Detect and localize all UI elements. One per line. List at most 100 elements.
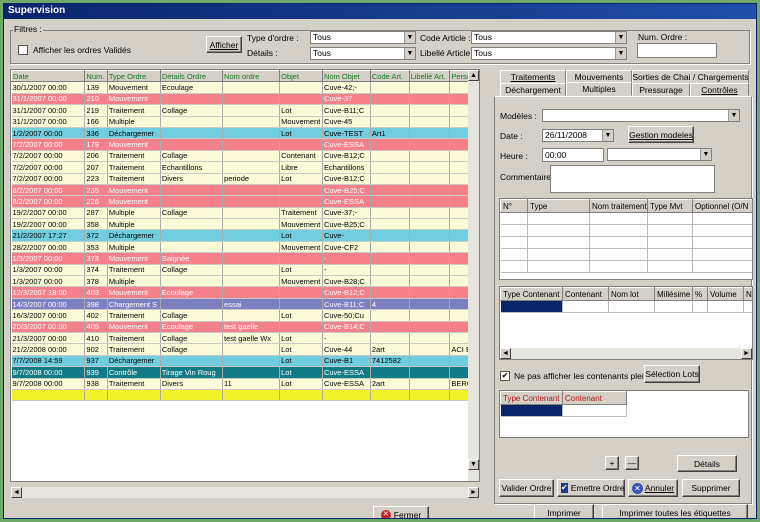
num-ordre-input[interactable] (637, 43, 717, 58)
table-row[interactable]: 7/7/2008 14:59 937 Déchargemer Lot Cuve-B1 74… (11, 355, 479, 368)
show-validated-label: Afficher les ordres Validés (33, 45, 131, 55)
tab-dechargement[interactable]: Déchargement (500, 83, 566, 96)
table-row[interactable]: 1/3/2007 00:00 373 Mouvement Saignée - (11, 252, 479, 265)
scroll-up-icon[interactable]: ▲ (468, 70, 479, 81)
grid-column-header[interactable]: Date (11, 70, 86, 83)
table-row[interactable]: 31/1/2007 00:00 166 Multiple Mouvement Cuve-… (11, 116, 479, 128)
date-picker[interactable]: 26/11/2008 ▼ (542, 129, 614, 142)
operations-empty-row[interactable] (500, 212, 752, 225)
heure-select[interactable]: ▼ (607, 148, 712, 161)
add-row-button[interactable]: + (605, 456, 619, 470)
table-row[interactable]: 28/2/2007 00:00 353 Multiple Mouvement Cuve-… (11, 241, 479, 254)
table-row[interactable]: 16/3/2007 00:00 402 Traitement Collage Lot Cu… (11, 309, 479, 322)
table-cell: 226 (84, 195, 108, 208)
table-cell (160, 298, 224, 311)
table-row[interactable]: 1/2/2007 00:00 336 Déchargemer Lot Cuve-TEST… (11, 127, 479, 140)
table-row[interactable]: 21/3/2007 00:00 410 Traitement Collage test … (11, 332, 479, 345)
grid-horizontal-scrollbar[interactable]: ◄ ► (11, 487, 479, 498)
tab-multiples[interactable]: Multiples (566, 82, 632, 96)
supprimer-button[interactable]: Supprimer (682, 479, 740, 497)
tab-sorties-chai[interactable]: Sorties de Chai / Chargements (632, 70, 749, 83)
grid-column-header[interactable]: Nom ordre (222, 70, 281, 83)
table-cell: 223 (84, 173, 108, 185)
table-row[interactable]: 1/3/2007 00:00 378 Multiple Mouvement Cuve-B… (11, 275, 479, 288)
containers-grid[interactable]: Type Contenant Contenant Nom lot Millésime%… (499, 286, 753, 360)
table-cell: 11 (222, 378, 281, 390)
grid-column-header[interactable]: Objet (279, 70, 323, 83)
table-row[interactable]: 7/2/2007 00:00 206 Traitement Collage Conten… (11, 150, 479, 163)
table-row[interactable]: 21/2/2008 00:00 902 Traitement Collage Lot Cu… (11, 343, 479, 356)
details-button[interactable]: Détails (677, 455, 737, 472)
operations-empty-row[interactable] (500, 248, 752, 261)
selection-lots-button[interactable]: Sélection Lots (644, 365, 700, 383)
operations-empty-row[interactable] (500, 236, 752, 249)
table-row[interactable]: 20/3/2007 00:00 409 Mouvement Ecoulage test … (11, 321, 479, 334)
table-row[interactable]: 12/3/2007 18:00 403 Mouvement Ecoulage Cuve-… (11, 286, 479, 299)
table-row[interactable]: 8/2/2007 00:00 235 Mouvement Cuve-B25;C (11, 184, 479, 197)
tab-traitements[interactable]: Traitements (500, 70, 566, 83)
table-cell (370, 161, 410, 174)
show-validated-checkbox[interactable] (18, 45, 28, 55)
table-row[interactable]: 14/3/2007 00:00 398 Chargement S essai Cuve-… (11, 298, 479, 311)
date-value: 26/11/2008 (545, 130, 587, 140)
grid-column-header[interactable]: Libellé Art. (408, 70, 451, 83)
code-article-select[interactable]: Tous ▼ (471, 31, 627, 44)
details-select[interactable]: Tous ▼ (310, 47, 416, 60)
scroll-left-icon[interactable]: ◄ (11, 487, 22, 498)
fermer-button[interactable]: ✕ Fermer (373, 506, 429, 518)
operations-empty-row[interactable] (500, 224, 752, 237)
gestion-modeles-button[interactable]: Gestion modeles (628, 126, 694, 143)
grid-column-header[interactable]: Num. (84, 70, 108, 83)
scroll-left-icon[interactable]: ◄ (500, 348, 511, 359)
orders-grid[interactable]: Date Num. Type Ordre Détails Ordre Nom ordre… (10, 69, 480, 482)
heure-input[interactable]: 00:00 (542, 148, 604, 162)
operations-grid[interactable]: N° Type Nom traitement Type Mvt Optionnel (O… (499, 198, 753, 280)
table-cell: 20/3/2007 00:00 (11, 321, 86, 334)
table-row[interactable]: 31/1/2007 00:00 210 Mouvement Cuve-37 (11, 93, 479, 106)
table-cell (589, 236, 648, 249)
hide-full-checkbox[interactable]: ✔ (500, 371, 510, 381)
remove-row-button[interactable]: — (625, 456, 639, 470)
imprimer-etiquettes-button[interactable]: Imprimer toutes les étiquettes (602, 504, 748, 518)
annuler-button[interactable]: ✕ Annuler (628, 479, 678, 497)
type-ordre-select[interactable]: Tous ▼ (310, 31, 416, 44)
libelle-article-select[interactable]: Tous ▼ (471, 47, 627, 60)
table-cell: - (322, 252, 371, 265)
table-cell: Cuve-ESSA (322, 366, 371, 379)
tab-controles[interactable]: Contrôles (690, 83, 749, 96)
table-row[interactable]: 7/2/2007 00:00 207 Traitement Echantillons L… (11, 161, 479, 174)
valider-ordre-button[interactable]: Valider Ordre (499, 479, 554, 497)
grid-column-header[interactable]: Nom Objet (321, 70, 371, 83)
table-row[interactable]: 31/1/2007 00:00 219 Traitement Collage Lot Cu… (11, 104, 479, 117)
table-row[interactable]: 19/2/2007 00:00 358 Multiple Mouvement Cuve-… (11, 218, 479, 231)
containers-horizontal-scrollbar[interactable]: ◄ ► (500, 348, 752, 359)
grid-column-header[interactable]: Type Ordre (106, 70, 161, 83)
table-row[interactable] (11, 389, 479, 402)
grid-column-header[interactable]: Détails Ordre (159, 70, 224, 83)
table-cell: 7/7/2008 14:59 (11, 355, 86, 368)
operations-empty-row[interactable] (500, 260, 752, 273)
selection-grid[interactable]: Type Contenant Contenant (499, 390, 749, 438)
modeles-select[interactable]: ▼ (542, 109, 740, 122)
grid-column-header[interactable]: Code Art. (369, 70, 410, 83)
table-row[interactable]: 30/1/2007 00:00 139 Mouvement Ecoulage Cuve-… (11, 81, 479, 94)
table-row[interactable]: 9/7/2008 00:00 938 Traitement Divers 11 Lot Cu… (11, 378, 479, 390)
table-cell: 409 (84, 321, 108, 334)
table-row[interactable]: 9/7/2008 00:00 939 Contrôle Tirage Vin Roug… (11, 366, 479, 379)
emettre-ordre-toggle[interactable]: ✔ Emettre Ordre (557, 479, 625, 497)
table-cell: 358 (84, 218, 108, 231)
scroll-down-icon[interactable]: ▼ (468, 459, 479, 470)
table-row[interactable]: 21/2/2007 17:27 372 Déchargemer Lot Cuve- (11, 229, 479, 242)
grid-vertical-scrollbar[interactable]: ▲ ▼ (468, 70, 479, 481)
imprimer-button[interactable]: Imprimer (534, 504, 594, 518)
table-row[interactable]: 8/2/2007 00:00 226 Mouvement Cuve-ESSA (11, 195, 479, 208)
tab-pressurage[interactable]: Pressurage (632, 83, 690, 96)
scroll-right-icon[interactable]: ► (468, 487, 479, 498)
table-row[interactable]: 1/3/2007 00:00 374 Traitement Collage Lot - (11, 264, 479, 277)
afficher-button[interactable]: Afficher (206, 36, 242, 53)
table-row[interactable]: 7/2/2007 00:00 179 Mouvement Cuve-ESSA (11, 138, 479, 151)
table-row[interactable]: 19/2/2007 00:00 287 Multiple Collage Traitem… (11, 207, 479, 220)
table-row[interactable]: 7/2/2007 00:00 223 Traitement Divers periode… (11, 173, 479, 185)
commentaire-input[interactable] (550, 165, 715, 193)
scroll-right-icon[interactable]: ► (741, 348, 752, 359)
